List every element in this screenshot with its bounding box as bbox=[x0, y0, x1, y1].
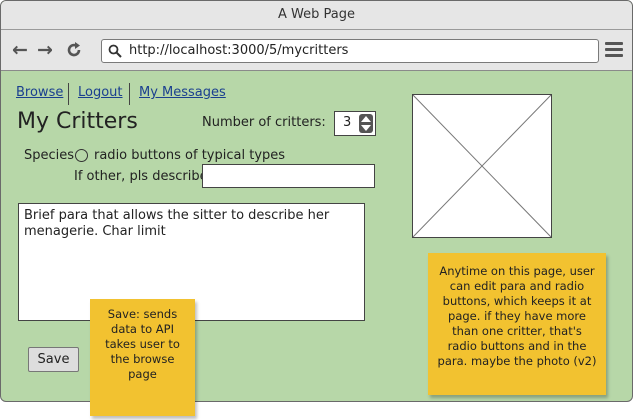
save-button[interactable]: Save bbox=[28, 347, 79, 372]
nav-link-browse[interactable]: Browse bbox=[16, 85, 63, 100]
forward-icon[interactable]: → bbox=[34, 39, 56, 61]
nav-divider bbox=[129, 83, 130, 105]
address-bar[interactable]: http://localhost:3000/5/mycritters bbox=[101, 39, 599, 63]
hamburger-menu-icon[interactable] bbox=[605, 42, 623, 58]
window-title: A Web Page bbox=[278, 7, 355, 22]
window-title-bar: A Web Page bbox=[1, 1, 632, 30]
critter-count-stepper[interactable]: 3 bbox=[334, 111, 376, 136]
sticky-note-save-info: Save: sends data to API takes user to th… bbox=[90, 299, 195, 416]
reload-icon[interactable] bbox=[63, 39, 85, 61]
search-icon bbox=[108, 44, 122, 58]
sticky-note-text: Anytime on this page, user can edit para… bbox=[437, 264, 597, 368]
stepper-arrows-icon[interactable] bbox=[359, 114, 373, 133]
nav-link-my-messages[interactable]: My Messages bbox=[139, 85, 226, 100]
critter-count-value: 3 bbox=[343, 115, 352, 130]
description-text: Brief para that allows the sitter to des… bbox=[24, 208, 330, 239]
back-icon[interactable]: ← bbox=[9, 39, 31, 61]
sticky-note-text: Save: sends data to API takes user to th… bbox=[105, 307, 180, 381]
photo-placeholder bbox=[412, 94, 552, 238]
species-label: Species bbox=[24, 148, 75, 163]
species-radio-label: radio buttons of typical types bbox=[94, 148, 286, 163]
other-species-input[interactable] bbox=[202, 164, 375, 188]
species-radio[interactable] bbox=[75, 149, 88, 162]
image-placeholder-icon bbox=[412, 94, 552, 238]
url-text: http://localhost:3000/5/mycritters bbox=[129, 43, 349, 58]
browser-toolbar: ← → http://localhost:3000/5/mycritters bbox=[1, 30, 632, 71]
nav-link-logout[interactable]: Logout bbox=[78, 85, 123, 100]
nav-divider bbox=[68, 83, 69, 105]
page-title: My Critters bbox=[17, 109, 138, 134]
other-species-label: If other, pls describe: bbox=[74, 169, 212, 184]
sticky-note-edit-info: Anytime on this page, user can edit para… bbox=[428, 253, 606, 395]
critter-count-label: Number of critters: bbox=[202, 115, 326, 130]
